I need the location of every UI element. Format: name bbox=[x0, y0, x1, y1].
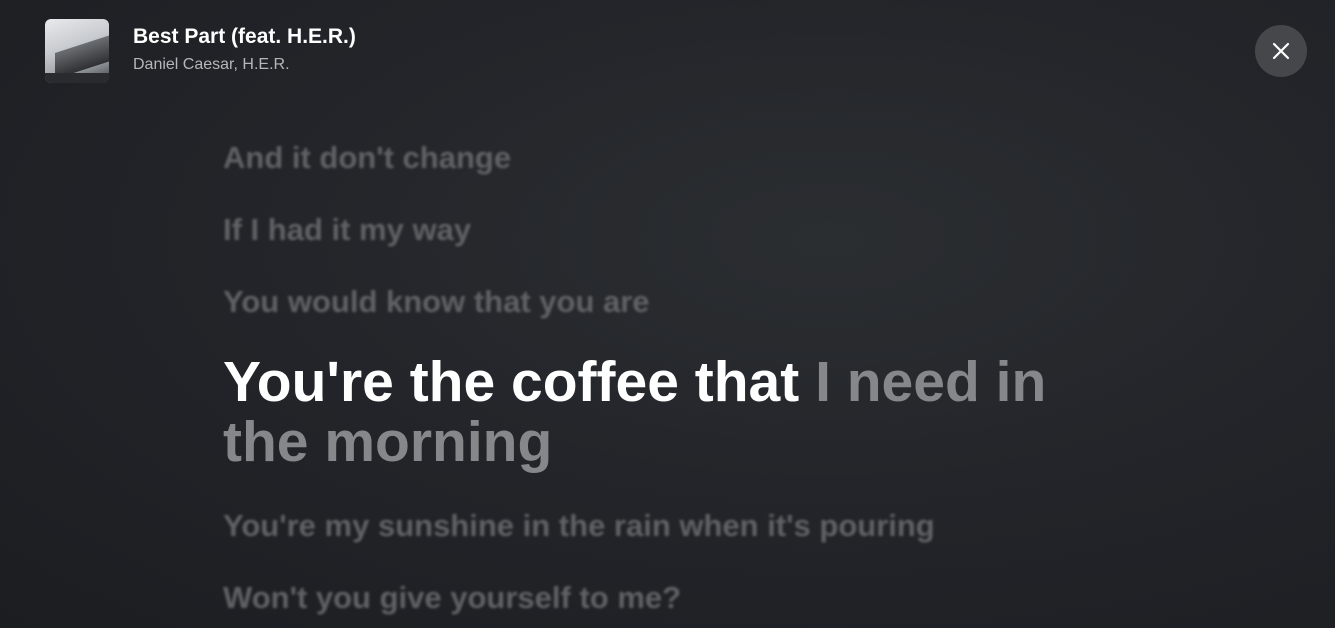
lyric-line-previous[interactable]: And it don't change bbox=[223, 140, 511, 176]
lyric-line-previous[interactable]: You would know that you are bbox=[223, 284, 650, 320]
lyric-line-current[interactable]: You're the coffee that I need in the mor… bbox=[223, 352, 1143, 472]
track-meta: Best Part (feat. H.E.R.) Daniel Caesar, … bbox=[133, 24, 356, 75]
song-title: Best Part (feat. H.E.R.) bbox=[133, 25, 356, 48]
now-playing-header: Best Part (feat. H.E.R.) Daniel Caesar, … bbox=[45, 19, 356, 83]
lyric-line-next[interactable]: Won't you give yourself to me? bbox=[223, 580, 681, 616]
lyric-line-previous[interactable]: If I had it my way bbox=[223, 212, 471, 248]
lyric-line-next[interactable]: You're my sunshine in the rain when it's… bbox=[223, 508, 935, 544]
lyric-sung-words: You're the coffee that bbox=[223, 350, 800, 414]
close-button[interactable] bbox=[1255, 25, 1307, 77]
song-artist[interactable]: Daniel Caesar, H.E.R. bbox=[133, 55, 356, 75]
cover-ground-shape bbox=[45, 73, 109, 83]
album-cover-icon[interactable] bbox=[45, 19, 109, 83]
close-icon bbox=[1272, 42, 1290, 60]
